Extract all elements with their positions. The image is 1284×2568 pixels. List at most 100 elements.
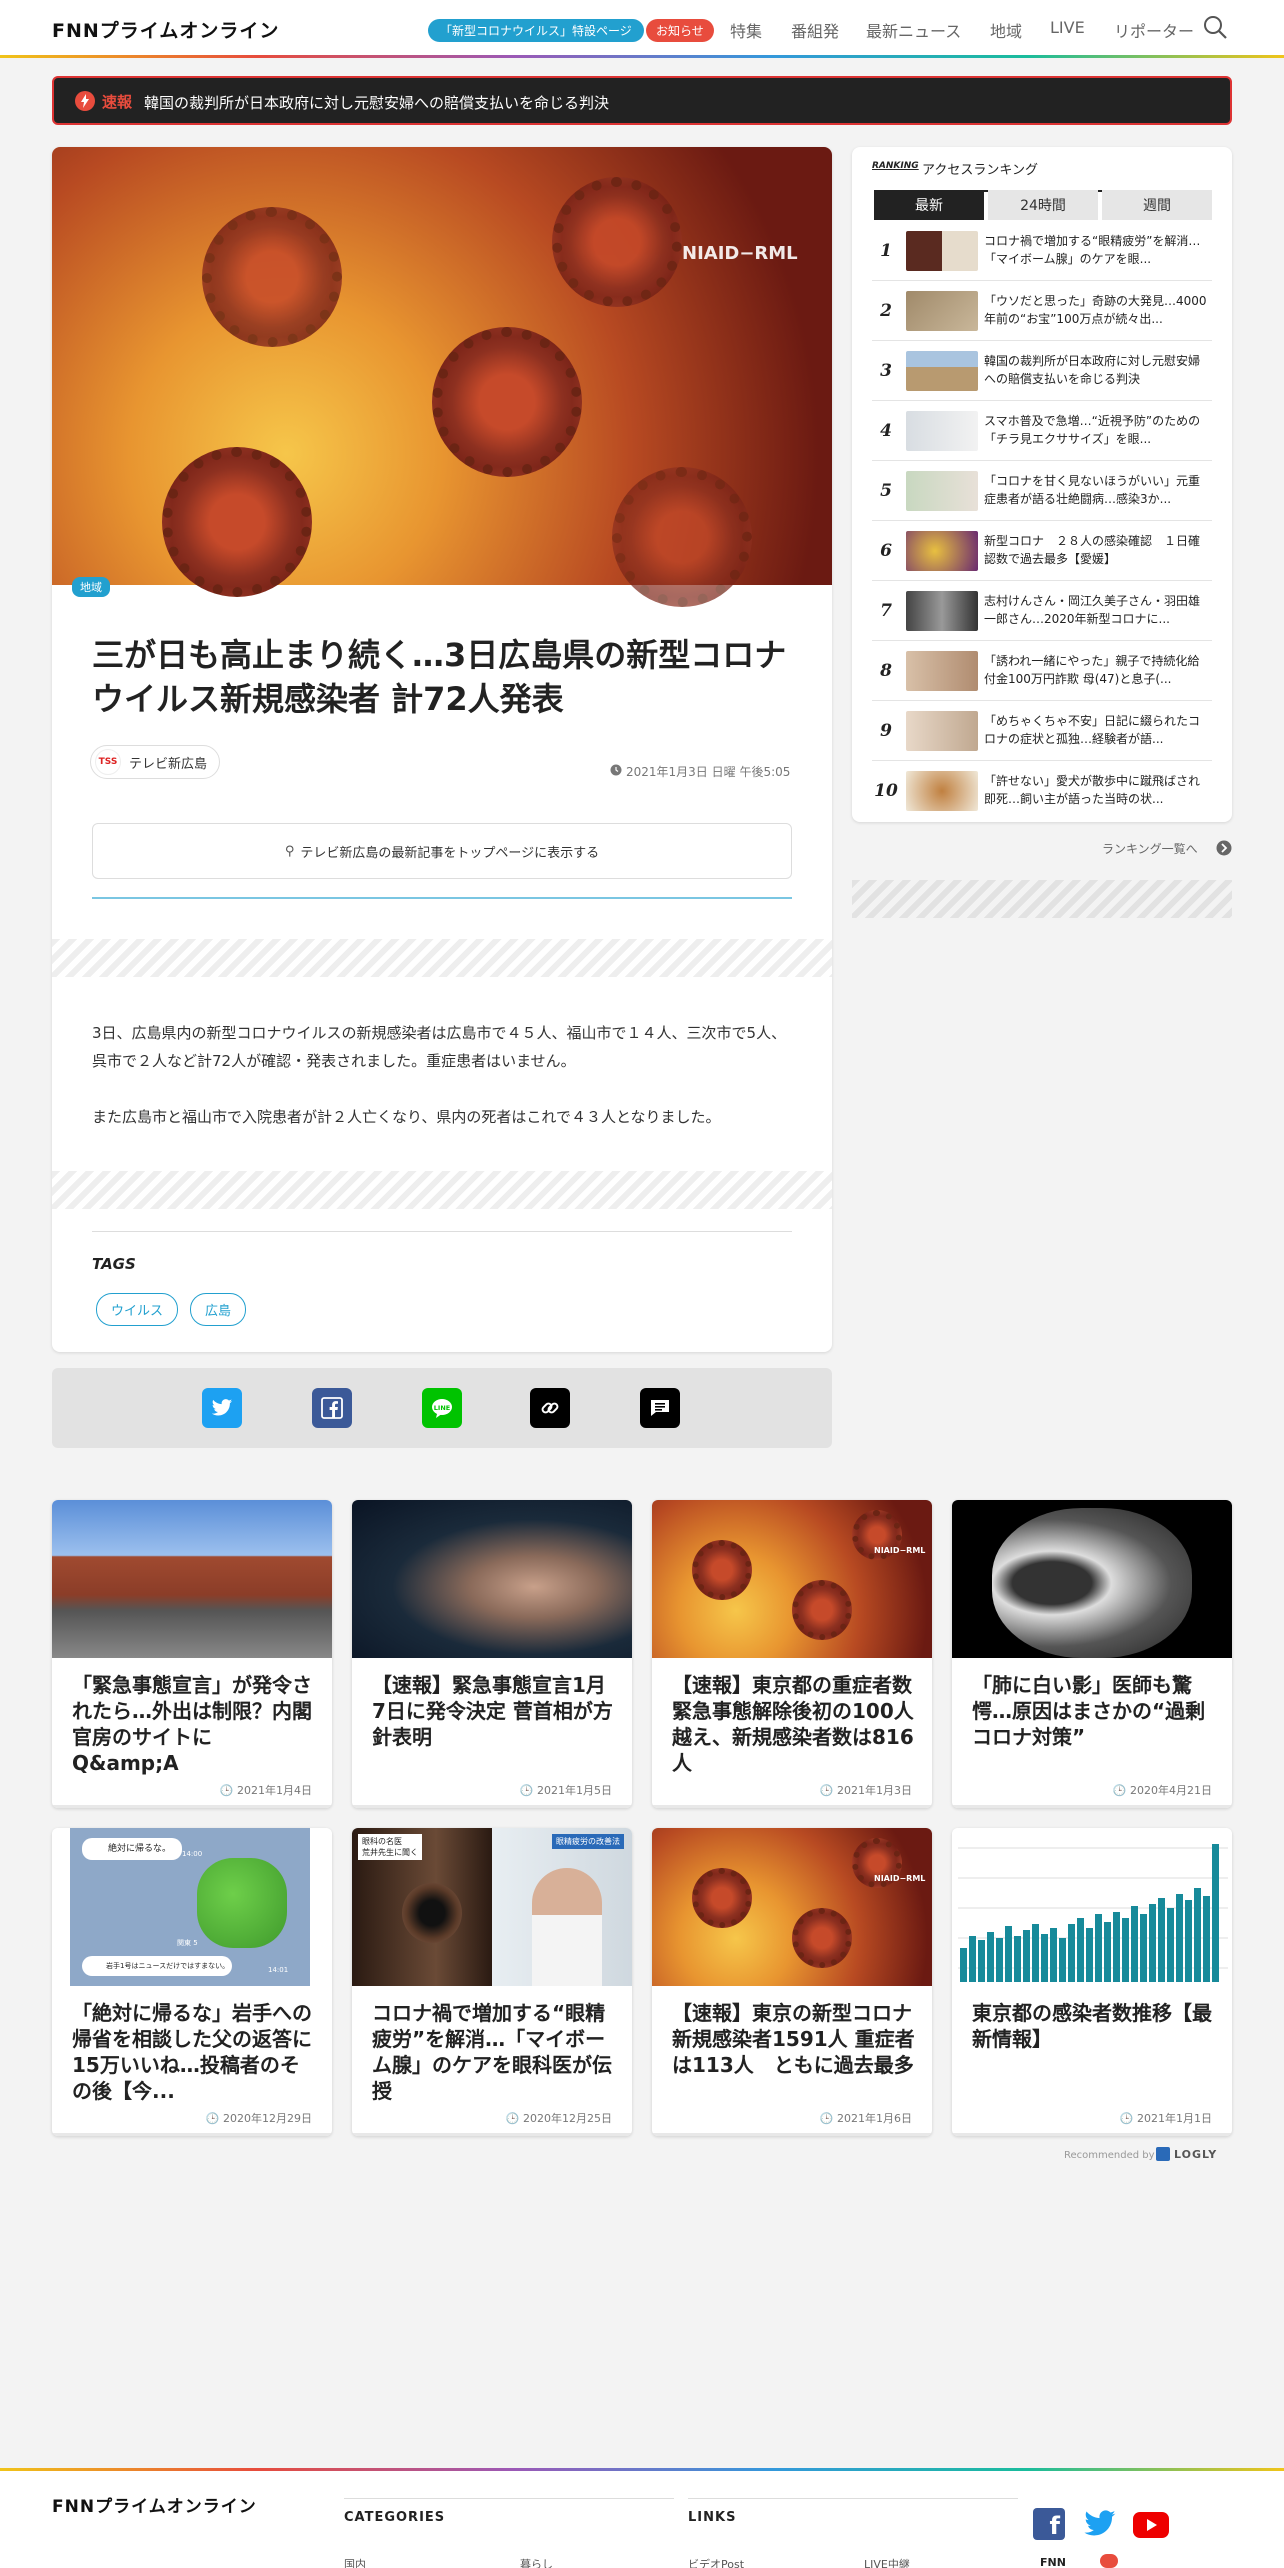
- related-card[interactable]: 【速報】緊急事態宣言1月7日に発令決定 菅首相が方針表明 🕒 2021年1月5日: [352, 1500, 632, 1808]
- arrow-right-circle-icon[interactable]: [1216, 840, 1232, 856]
- footer-category-link[interactable]: 国内: [344, 2556, 366, 2568]
- facebook-icon[interactable]: f: [1033, 2508, 1065, 2540]
- chat-time: 14:00: [182, 1850, 203, 1858]
- card-image: 絶対に帰るな。 14:00 関東 5 岩手1号はニュースだけではすまない。 14…: [52, 1828, 332, 1986]
- ranking-item[interactable]: 8 「誘われ一緒にやった」親子で持続化給付金100万円詐欺 母(47)と息子(.…: [872, 641, 1212, 701]
- search-icon[interactable]: [1202, 14, 1228, 40]
- ranking-item[interactable]: 2 「ウソだと思った」奇跡の大発見…4000年前の“お宝”100万点が続々出..…: [872, 281, 1212, 341]
- card-date-text: 2021年1月3日: [837, 1784, 912, 1797]
- card-date: 🕒 2021年1月4日: [220, 1782, 312, 1798]
- ranking-title: コロナ禍で増加する“眼精疲労”を解消…「マイボーム腺」のケアを眼...: [984, 233, 1201, 266]
- card-image: [352, 1500, 632, 1658]
- breaking-text[interactable]: 韓国の裁判所が日本政府に対し元慰安婦への賠償支払いを命じる判決: [144, 92, 609, 113]
- card-bottom-bar: [52, 1805, 332, 1808]
- ranking-item[interactable]: 10 「許せない」愛犬が散歩中に蹴飛ばされ即死…飼い主が語った当時の状...: [872, 761, 1212, 821]
- virus-particle: [432, 327, 582, 477]
- twitter-icon: [211, 1399, 233, 1416]
- ranking-item[interactable]: 7 志村けんさん・岡江久美子さん・羽田雄一郎さん…2020年新型コロナに...: [872, 581, 1212, 641]
- related-card[interactable]: 「緊急事態宣言」が発令されたら…外出は制限？内閣官房のサイトにQ&amp;A 🕒…: [52, 1500, 332, 1808]
- article-paragraph: また広島市と福山市で入院患者が計２人亡くなり、県内の死者はこれで４３人となりまし…: [92, 1108, 721, 1126]
- related-card[interactable]: 「肺に白い影」医師も驚愕…原因はまさかの“過剰コロナ対策” 🕒 2020年4月2…: [952, 1500, 1232, 1808]
- virus-particle: [202, 207, 342, 347]
- card-date-text: 2021年1月4日: [237, 1784, 312, 1797]
- ranking-number: 8: [880, 660, 892, 681]
- related-card[interactable]: 眼科の名医 荒井先生に聞く 眼精疲労の改善法 コロナ禍で増加する“眼精疲労”を解消…: [352, 1828, 632, 2136]
- ranking-item[interactable]: 9 「めちゃくちゃ不安」日記に綴られたコロナの症状と孤独…経験者が語...: [872, 701, 1212, 761]
- logly-brand[interactable]: LOGLY: [1174, 2148, 1217, 2161]
- article-date: 2021年1月3日 日曜 午後5:05: [626, 765, 791, 779]
- copy-link-button[interactable]: [530, 1388, 570, 1428]
- footer-category-link[interactable]: 暮らし: [520, 2556, 553, 2568]
- ranking-more-link[interactable]: ランキング一覧へ: [1102, 840, 1198, 857]
- breaking-news-bar[interactable]: 速報 韓国の裁判所が日本政府に対し元慰安婦への賠償支払いを命じる判決: [52, 76, 1232, 125]
- tag-virus[interactable]: ウイルス: [96, 1293, 179, 1326]
- ranking-item[interactable]: 5 「コロナを甘く見ないほうがいい」元重症患者が語る壮絶闘病…感染3か...: [872, 461, 1212, 521]
- ranking-title: 「めちゃくちゃ不安」日記に綴られたコロナの症状と孤独…経験者が語...: [984, 713, 1201, 746]
- ranking-heading: アクセスランキング: [922, 163, 1038, 178]
- breaking-label: 速報: [102, 93, 133, 111]
- related-card[interactable]: NIAID−RML 【速報】東京都の重症者数 緊急事態解除後初の100人越え、新…: [652, 1500, 932, 1808]
- site-logo[interactable]: FNNプライムオンライン: [52, 16, 279, 43]
- ranking-item[interactable]: 4 スマホ普及で急増…“近視予防”のための「チラ見エクササイズ」を眼...: [872, 401, 1212, 461]
- divider: [92, 1231, 792, 1232]
- card-date-text: 2021年1月6日: [837, 2112, 912, 2125]
- pin-source-button[interactable]: ⚲ テレビ新広島の最新記事をトップページに表示する: [92, 823, 792, 879]
- twitter-icon[interactable]: [1083, 2510, 1117, 2538]
- pin-icon: ⚲: [284, 843, 295, 859]
- footer-logo[interactable]: FNNプライムオンライン: [52, 2492, 257, 2517]
- ranking-tab-24h[interactable]: 24時間: [988, 190, 1098, 220]
- image-label: 眼科の名医 荒井先生に聞く: [358, 1834, 422, 1860]
- comment-button[interactable]: [640, 1388, 680, 1428]
- ranking-thumbnail: [906, 230, 978, 271]
- article-card: NIAID−RML 地域 三が日も高止まり続く…3日広島県の新型コロナウイルス新…: [52, 147, 832, 1352]
- card-image: 眼科の名医 荒井先生に聞く 眼精疲労の改善法: [352, 1828, 632, 1986]
- twitter-share-button[interactable]: [202, 1388, 242, 1428]
- ranking-thumbnail: [906, 470, 978, 511]
- ranking-item[interactable]: 6 新型コロナ ２８人の感染確認 １日確認数で過去最多【愛媛】: [872, 521, 1212, 581]
- ranking-item[interactable]: 1 コロナ禍で増加する“眼精疲労”を解消…「マイボーム腺」のケアを眼...: [872, 221, 1212, 281]
- virus-particle: [792, 1908, 852, 1968]
- nav-latest-news[interactable]: 最新ニュース: [866, 18, 961, 42]
- line-share-button[interactable]: LINE: [422, 1388, 462, 1428]
- related-card[interactable]: 絶対に帰るな。 14:00 関東 5 岩手1号はニュースだけではすまない。 14…: [52, 1828, 332, 2136]
- stripe-divider: [52, 939, 832, 977]
- source-logo: TSS: [95, 749, 121, 775]
- fnn-mark[interactable]: FNN: [1040, 2556, 1066, 2568]
- chat-bubble: 岩手1号はニュースだけではすまない。: [82, 1956, 232, 1976]
- nav-feature[interactable]: 特集: [730, 18, 762, 42]
- nav-live[interactable]: LIVE: [1050, 18, 1085, 37]
- ranking-thumbnail: [906, 350, 978, 391]
- tag-hiroshima[interactable]: 広島: [190, 1293, 247, 1326]
- ranking-number: 10: [874, 781, 898, 801]
- card-date: 🕒 2021年1月6日: [820, 2110, 912, 2126]
- notification-badge-icon[interactable]: [1100, 2554, 1118, 2568]
- footer-rainbow-divider: [0, 2468, 1284, 2471]
- ranking-thumbnail: [906, 710, 978, 751]
- ranking-thumbnail: [906, 530, 978, 571]
- corona-special-link[interactable]: 「新型コロナウイルス」特設ページ: [428, 19, 644, 42]
- facebook-share-button[interactable]: [312, 1388, 352, 1428]
- card-date-text: 2020年12月29日: [223, 2112, 312, 2125]
- site-header: FNNプライムオンライン 「新型コロナウイルス」特設ページ お知らせ 特集 番組…: [0, 0, 1284, 58]
- youtube-icon[interactable]: [1133, 2512, 1169, 2538]
- category-badge[interactable]: 地域: [72, 577, 110, 597]
- article-hero-image: NIAID−RML: [52, 147, 832, 607]
- chat-time: 14:01: [268, 1966, 289, 1974]
- footer-link[interactable]: LIVE中継: [864, 2556, 910, 2568]
- nav-reporter[interactable]: リポーター: [1114, 18, 1194, 42]
- card-date: 🕒 2020年12月29日: [206, 2110, 312, 2126]
- ranking-tab-latest[interactable]: 最新: [874, 190, 984, 220]
- card-image: [952, 1828, 1232, 1986]
- nav-programs[interactable]: 番組発: [791, 18, 839, 42]
- ranking-tab-weekly[interactable]: 週間: [1102, 190, 1212, 220]
- ranking-item[interactable]: 3 韓国の裁判所が日本政府に対し元慰安婦への賠償支払いを命じる判決: [872, 341, 1212, 401]
- source-name: テレビ新広島: [129, 756, 208, 772]
- source-chip[interactable]: TSS テレビ新広島: [90, 745, 221, 779]
- footer-link[interactable]: ビデオPost: [688, 2556, 744, 2568]
- card-date-text: 2020年4月21日: [1130, 1784, 1212, 1797]
- related-card[interactable]: NIAID−RML 【速報】東京の新型コロナ新規感染者1591人 重症者は113…: [652, 1828, 932, 2136]
- nav-region[interactable]: 地域: [990, 18, 1022, 42]
- ranking-number: 9: [880, 720, 892, 741]
- notice-link[interactable]: お知らせ: [646, 19, 714, 42]
- related-card[interactable]: 東京都の感染者数推移【最新情報】 🕒 2021年1月1日: [952, 1828, 1232, 2136]
